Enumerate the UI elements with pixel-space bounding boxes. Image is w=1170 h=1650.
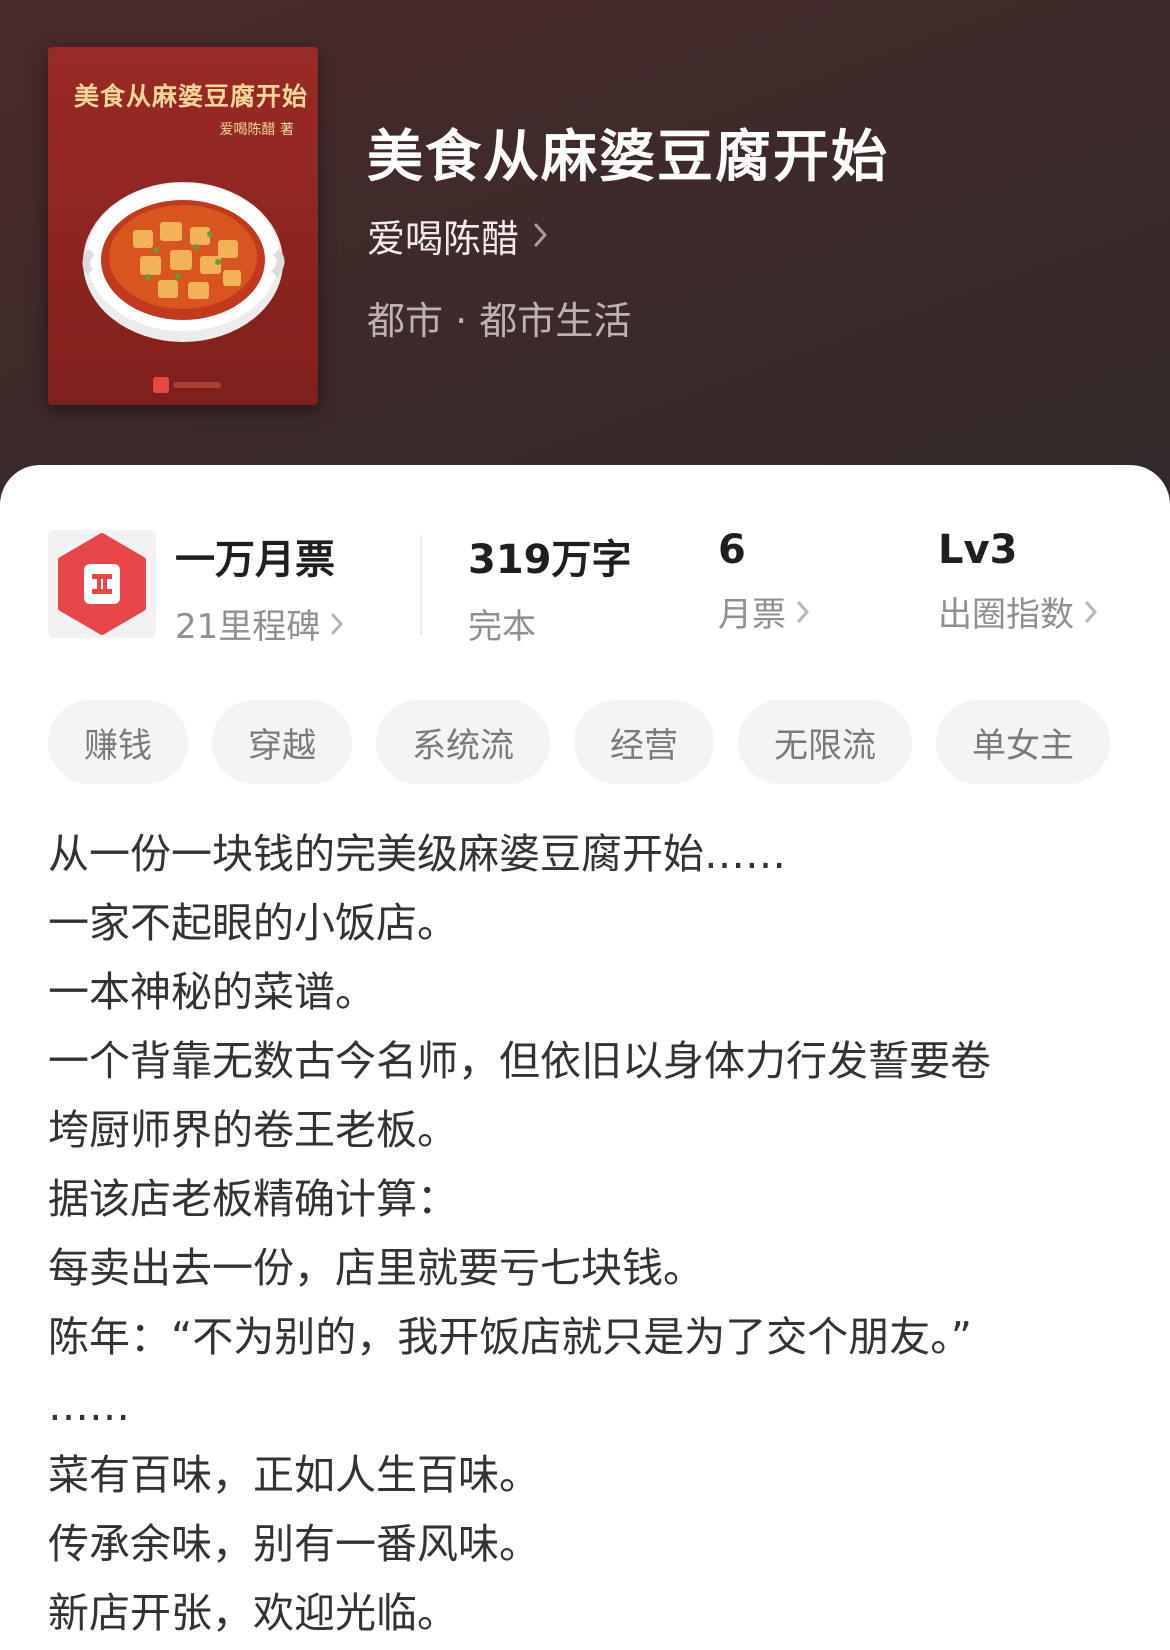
chevron-right-icon: [331, 613, 344, 634]
description-line: 垮厨师界的卷王老板。: [48, 1106, 458, 1154]
ticket-hexagon-icon: [58, 533, 146, 635]
description-line: ……: [48, 1382, 130, 1430]
ticket-label: 月票: [718, 595, 786, 635]
tag-chip[interactable]: 系统流: [376, 700, 550, 784]
cover-title: 美食从麻婆豆腐开始: [74, 82, 309, 111]
description-line: 从一份一块钱的完美级麻婆豆腐开始……: [48, 830, 786, 878]
genre-label: 都市 · 都市生活: [367, 299, 632, 343]
description-line: 陈年：“不为别的，我开饭店就只是为了交个朋友。”: [48, 1313, 972, 1361]
description-line: 每卖出去一份，店里就要亏七块钱。: [48, 1244, 704, 1292]
author-name: 爱喝陈醋: [367, 216, 520, 261]
tag-list: 赚钱 穿越 系统流 经营 无限流 单女主: [48, 700, 1170, 786]
description-line: 一家不起眼的小饭店。: [48, 899, 458, 947]
tag-chip[interactable]: 赚钱: [48, 700, 188, 784]
tag-chip[interactable]: 穿越: [212, 700, 352, 784]
monthly-ticket-badge[interactable]: [48, 530, 156, 638]
ticket-count: 6: [718, 527, 746, 573]
book-title: 美食从麻婆豆腐开始: [367, 125, 889, 190]
completion-status: 完本: [468, 607, 536, 647]
stat-divider: [420, 535, 422, 635]
mapo-tofu-dish-image: [82, 182, 285, 342]
publisher-logo-icon: [153, 377, 221, 393]
author-link[interactable]: 爱喝陈醋: [367, 210, 549, 261]
description-line: 菜有百味，正如人生百味。: [48, 1451, 540, 1499]
tag-chip[interactable]: 单女主: [936, 700, 1110, 784]
cover-author: 爱喝陈醋 著: [219, 122, 294, 138]
description-line: 新店开张，欢迎光临。: [48, 1589, 458, 1637]
chevron-right-icon: [1085, 601, 1098, 622]
tag-chip[interactable]: 经营: [574, 700, 714, 784]
ticket-count-stat[interactable]: 6 月票: [718, 527, 810, 636]
word-count-stat: 319万字 完本: [468, 527, 632, 648]
book-description: 从一份一块钱的完美级麻婆豆腐开始…… 一家不起眼的小饭店。 一本神秘的菜谱。 一…: [48, 820, 1128, 1648]
description-line: 传承余味，别有一番风味。: [48, 1520, 540, 1568]
description-line: 一本神秘的菜谱。: [48, 968, 376, 1016]
milestone-count: 21里程碑: [175, 607, 321, 647]
description-line: 据该店老板精确计算：: [48, 1175, 458, 1223]
tag-chip[interactable]: 无限流: [738, 700, 912, 784]
chevron-right-icon: [797, 601, 810, 622]
description-line: 一个背靠无数古今名师，但依旧以身体力行发誓要卷: [48, 1037, 991, 1085]
level-value: Lv3: [938, 527, 1018, 573]
chevron-right-icon: [534, 223, 547, 247]
word-count: 319万字: [468, 537, 632, 583]
level-stat[interactable]: Lv3 出圈指数: [938, 527, 1098, 636]
monthly-ticket-title: 一万月票: [175, 537, 335, 583]
level-label: 出圈指数: [938, 595, 1074, 635]
book-cover[interactable]: 美食从麻婆豆腐开始 爱喝陈醋 著: [48, 47, 318, 405]
monthly-ticket-stat[interactable]: 一万月票 21里程碑: [175, 527, 344, 648]
